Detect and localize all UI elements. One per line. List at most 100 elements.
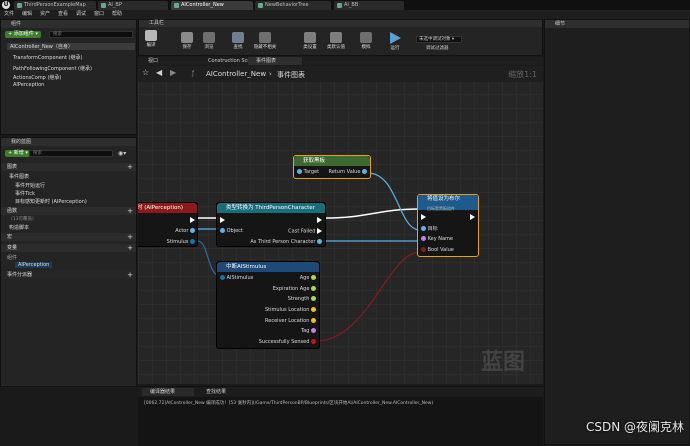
receiver-location-pin[interactable]: Receiver Location [265,318,316,324]
graph-wires [197,172,421,342]
expiration-age-pin[interactable]: Expiration Age [273,286,316,292]
strength-pin[interactable]: Strength [288,296,316,302]
node-title: 将值设为布尔 目标是黑板组件 [418,195,478,211]
tab-behavior-tree[interactable]: NewBehaviorTree [255,1,331,10]
add-macro-icon[interactable]: + [127,233,133,241]
graph-tabs: 视口 Construction Scrip 事件图表 [138,57,543,65]
component-root[interactable]: AIController_New（自身） [7,43,135,50]
functions-section[interactable]: 函数 + [1,207,136,215]
tab-event-graph[interactable]: 事件图表 [248,57,302,65]
target-pin[interactable]: 目标 [421,225,438,232]
cast-node[interactable]: 类型转换为 ThirdPersonCharacter Object Cast F… [216,202,326,247]
tag-pin[interactable]: Tag [301,328,316,334]
exec-out-pin[interactable] [190,217,195,224]
tab-viewport[interactable]: 视口 [142,57,158,65]
debug-filter-label: 调试过滤器 [426,46,449,51]
menu-bar: 文件 编辑 资产 查看 调试 窗口 帮助 [0,10,690,19]
editor-tab-bar: U ThirdPersonExampleMap AI_BP AIControll… [0,0,690,10]
component-item[interactable]: TransformComponent (继承) [13,54,82,61]
csdn-watermark: CSDN @夜阑克林 [585,420,684,434]
get-blackboard-node[interactable]: 获取黑板 Target Return Value [293,155,371,179]
object-pin[interactable]: Object [220,228,243,234]
blueprint-watermark: 蓝图 [480,350,525,375]
tab-ai-bb[interactable]: AI_BB [334,1,404,10]
component-item[interactable]: PathFollowingComponent (继承) [13,65,92,72]
perception-event-node[interactable]: 时 (AIPerception) Actor Stimulus [138,202,198,247]
components-header: 组件 [1,20,136,28]
construct-script-item[interactable]: 构造脚本 [9,224,29,231]
dispatchers-section[interactable]: 事件分派器 + [1,271,136,279]
exec-in-pin[interactable] [220,217,225,224]
menu-help[interactable]: 帮助 [112,10,122,19]
graphs-section[interactable]: 图表 + [1,163,136,171]
node-title: 中断AIStimulus [217,262,319,272]
simulate-button[interactable]: 模拟 [355,32,377,50]
node-title: 时 (AIPerception) [138,203,197,213]
as-character-pin[interactable]: As Third Person Character [250,239,322,245]
cast-failed-pin[interactable]: Cast Failed [288,228,322,235]
search-icon [232,32,244,43]
stimulus-pin[interactable]: Stimulus [167,239,195,245]
add-function-icon[interactable]: + [127,207,133,215]
components-search-input[interactable]: 搜索 [49,31,133,38]
find-button[interactable]: 查找 [227,32,249,50]
tab-construction-script[interactable]: Construction Scrip [202,57,254,65]
menu-view[interactable]: 查看 [58,10,68,19]
tab-compiler-results[interactable]: 编译器结果 [142,388,194,396]
tab-thirdperson-map[interactable]: ThirdPersonExampleMap [14,1,96,10]
age-pin[interactable]: Age [300,275,316,281]
add-component-button[interactable]: + 添加组件 ▾ [5,31,41,38]
component-item[interactable]: AIPerception [13,82,44,88]
tab-ai-bp[interactable]: AI_BP [98,1,168,10]
variables-section[interactable]: 变量 + [1,244,136,252]
details-panel: 细节 [544,19,690,445]
add-variable-icon[interactable]: + [127,244,133,252]
mybp-search-input[interactable]: 搜索 [29,150,113,157]
play-button[interactable]: 运行 [384,32,406,51]
aistimulus-pin[interactable]: AIStimulus [220,275,253,281]
macros-section[interactable]: 宏 + [1,233,136,241]
hide-unrelated-button[interactable]: 隐藏不相关 [250,32,280,50]
menu-window[interactable]: 窗口 [94,10,104,19]
tab-aicontroller-new[interactable]: AIController_New [171,1,253,10]
details-header: 细节 [545,20,689,28]
set-bool-node[interactable]: 将值设为布尔 目标是黑板组件 目标 Key Name Bool Value [417,194,479,257]
eye-icon[interactable]: ◉▾ [118,150,126,157]
save-button[interactable]: 保存 [176,32,198,50]
components-panel: 组件 + 添加组件 ▾ 搜索 AIController_New（自身） Tran… [0,19,137,135]
new-button[interactable]: + 新增 ▾ [5,150,31,157]
components-group[interactable]: 组件 [7,254,17,261]
browse-button[interactable]: 浏览 [198,32,220,50]
return-value-pin[interactable]: Return Value [328,169,367,175]
component-item[interactable]: ActionsComp (继承) [13,74,61,81]
stimulus-location-pin[interactable]: Stimulus Location [265,307,316,313]
add-dispatcher-icon[interactable]: + [127,271,133,279]
event-graph-item[interactable]: 事件图表 [9,173,29,180]
class-defaults-button[interactable]: 类默认值 [323,32,349,50]
debug-object-select[interactable]: 未选中调试对象 ▾ [416,36,462,43]
compiler-log: [0062.72]AIController_New 编译成功！[53 毫秒内](… [138,397,543,446]
event-item[interactable]: 目标感知更新时 (AIPerception) [15,198,87,205]
menu-edit[interactable]: 编辑 [22,10,32,19]
exec-in-pin[interactable] [421,214,426,221]
actor-pin[interactable]: Actor [175,228,195,234]
successfully-sensed-pin[interactable]: Successfully Sensed [259,339,316,345]
compile-icon [145,30,157,41]
class-settings-button[interactable]: 类设置 [299,32,321,50]
compile-button[interactable]: 编译 [140,30,162,48]
tab-find-results[interactable]: 查找结果 [198,388,226,396]
event-item[interactable]: 事件Tick [15,190,35,197]
event-item[interactable]: 事件开始运行 [15,182,45,189]
add-graph-icon[interactable]: + [127,163,133,171]
exec-out-pin[interactable] [317,217,322,224]
event-graph-canvas[interactable]: ☆ ◀ ▶ ƒ AIController_New › 事件图表 缩放1:1 时 … [138,66,543,384]
target-pin[interactable]: Target [297,169,319,175]
menu-asset[interactable]: 资产 [40,10,50,19]
key-name-pin[interactable]: Key Name [421,236,453,242]
menu-file[interactable]: 文件 [4,10,14,19]
variable-aiperception[interactable]: AIPerception [15,262,53,268]
bool-value-pin[interactable]: Bool Value [421,247,454,253]
menu-debug[interactable]: 调试 [76,10,86,19]
break-stimulus-node[interactable]: 中断AIStimulus AIStimulus Age Expiration A… [216,261,320,349]
exec-out-pin[interactable] [470,214,475,221]
